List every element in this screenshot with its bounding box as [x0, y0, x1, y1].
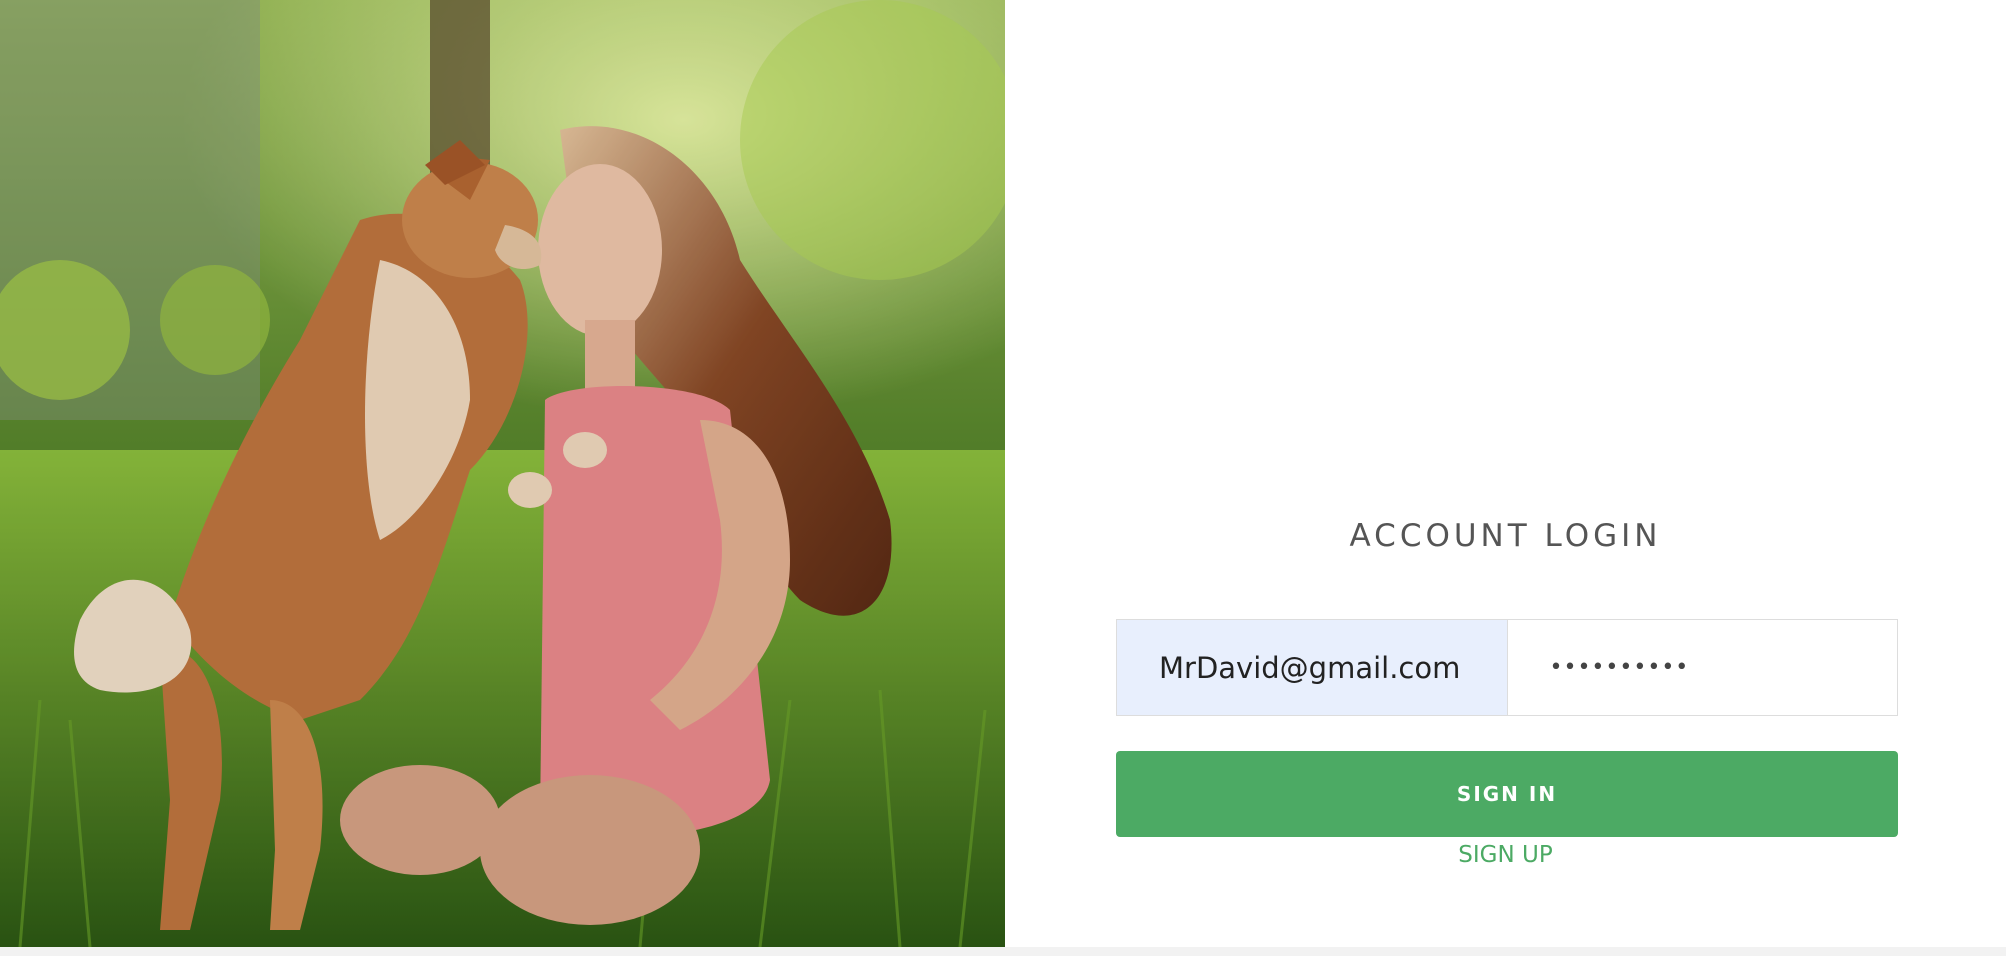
hero-photo-illustration — [0, 0, 1005, 947]
email-field[interactable]: MrDavid@gmail.com — [1117, 620, 1508, 715]
credentials-row: MrDavid@gmail.com •••••••••• — [1116, 619, 1898, 716]
login-title: ACCOUNT LOGIN — [1349, 518, 1662, 554]
password-field[interactable]: •••••••••• — [1507, 620, 1897, 715]
login-panel: ACCOUNT LOGIN MrDavid@gmail.com ••••••••… — [1005, 0, 2006, 947]
sign-up-link[interactable]: SIGN UP — [1005, 842, 2006, 868]
login-page: ACCOUNT LOGIN MrDavid@gmail.com ••••••••… — [0, 0, 2006, 956]
hero-image — [0, 0, 1005, 947]
sign-in-button[interactable]: SIGN IN — [1116, 751, 1898, 837]
